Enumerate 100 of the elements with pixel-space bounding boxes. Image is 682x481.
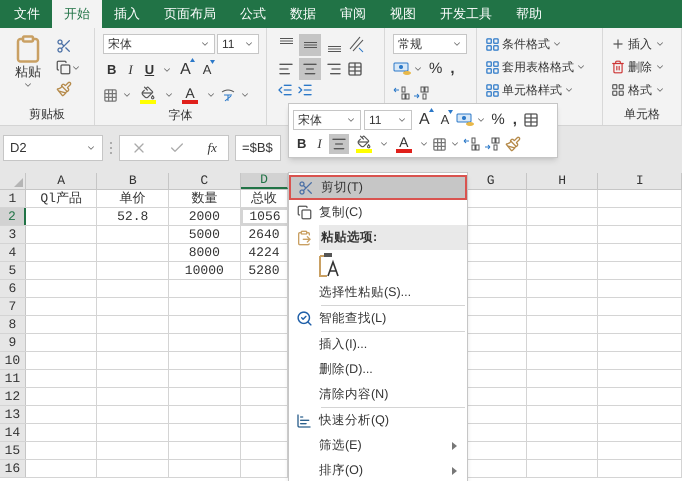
row-header[interactable]: 8 [0, 316, 26, 333]
borders-icon[interactable] [103, 88, 118, 102]
row-header[interactable]: 16 [0, 460, 26, 477]
table-style-icon [485, 60, 500, 74]
borders-icon[interactable] [432, 136, 447, 152]
ribbon-tab[interactable]: 视图 [378, 0, 428, 28]
row-header[interactable]: 9 [0, 334, 26, 351]
column-header[interactable]: D [240, 173, 288, 189]
number-format-dropdown[interactable]: 常规 [393, 34, 467, 54]
menu-item[interactable]: 剪切(T) [289, 175, 467, 200]
ribbon-tab[interactable]: 审阅 [328, 0, 378, 28]
accounting-format-icon[interactable] [456, 112, 486, 128]
increase-decimal-icon[interactable] [462, 136, 481, 152]
row-header[interactable]: 6 [0, 280, 26, 297]
down-caret-icon [210, 60, 216, 64]
row-header[interactable]: 3 [0, 226, 26, 243]
paste-button[interactable]: 粘贴 [8, 34, 48, 103]
scissors-icon[interactable] [56, 38, 72, 54]
table-style-icon [485, 36, 500, 52]
row-header[interactable]: 11 [0, 370, 26, 387]
cells-menu-button[interactable]: 插入 [611, 34, 665, 54]
ribbon-tab[interactable]: 页面布局 [152, 0, 228, 28]
cells-menu-button[interactable]: 格式 [611, 80, 665, 100]
percent-button[interactable]: % [427, 58, 444, 80]
increase-font-size-button[interactable]: A [415, 108, 434, 132]
italic-button[interactable]: I [124, 60, 137, 80]
column-header[interactable]: A [26, 173, 98, 189]
paste-values-icon[interactable] [319, 252, 341, 278]
insert-function-button[interactable]: fx [208, 138, 217, 158]
increase-indent-icon[interactable] [297, 82, 313, 98]
font-size-dropdown[interactable]: 11 [217, 34, 259, 54]
ribbon-tab[interactable]: 插入 [102, 0, 152, 28]
font-color-button[interactable]: A [178, 86, 202, 104]
accounting-format-icon[interactable] [393, 61, 423, 78]
decrease-font-size-button[interactable]: A [198, 60, 216, 80]
row-header[interactable]: 10 [0, 352, 26, 369]
ribbon-tab[interactable]: 数据 [278, 0, 328, 28]
menu-item[interactable]: 选择性粘贴(S)... [289, 280, 467, 305]
ribbon-tab[interactable]: 公式 [228, 0, 278, 28]
decrease-decimal-icon[interactable] [413, 84, 431, 100]
row-header[interactable]: 2 [0, 208, 26, 225]
horizontal-align-button[interactable] [299, 58, 321, 80]
center-align-button[interactable] [328, 134, 349, 154]
menu-item[interactable]: 排序(O) [289, 458, 467, 481]
decrease-indent-icon[interactable] [277, 82, 293, 98]
align-left-icon [278, 61, 294, 77]
italic-button[interactable]: I [313, 134, 326, 154]
menu-item[interactable]: 删除(D)... [289, 357, 467, 382]
row-header[interactable]: 12 [0, 388, 26, 405]
decrease-decimal-icon[interactable] [484, 136, 502, 152]
format-painter-icon[interactable] [56, 81, 72, 97]
font-color-button[interactable]: A [392, 135, 416, 153]
percent-button[interactable]: % [489, 108, 507, 132]
menu-item[interactable]: 插入(I)... [289, 332, 467, 357]
group-label: 剪贴板 [29, 106, 65, 123]
row-header[interactable]: 5 [0, 262, 26, 279]
increase-font-size-button[interactable]: A [176, 58, 195, 82]
row-header[interactable]: 1 [0, 190, 26, 207]
styles-menu-button[interactable]: 套用表格格式 [485, 57, 586, 77]
comma-button[interactable]: , [510, 108, 520, 132]
vertical-align-button[interactable] [299, 34, 321, 56]
font-name-dropdown[interactable]: 宋体 [293, 110, 361, 130]
scissors-icon [298, 180, 314, 196]
column-header[interactable]: B [97, 173, 170, 189]
underline-button[interactable]: U [140, 60, 158, 80]
ribbon-tab[interactable]: 文件 [2, 0, 52, 28]
table-style-icon [485, 82, 500, 98]
row-header[interactable]: 4 [0, 244, 26, 261]
bold-button[interactable]: B [103, 60, 120, 80]
table-cell-text: 5280 [248, 262, 280, 280]
align-center-icon [302, 61, 318, 77]
comma-button[interactable]: , [448, 58, 457, 80]
menu-item[interactable]: 复制(C) [289, 200, 467, 225]
menu-item[interactable]: 清除内容(N) [289, 382, 467, 407]
column-header[interactable]: I [598, 173, 682, 189]
menu-item[interactable]: 筛选(E) [289, 433, 467, 458]
merge-center-icon[interactable] [347, 61, 363, 77]
column-header[interactable]: H [526, 173, 598, 189]
font-name-dropdown[interactable]: 宋体 [103, 34, 215, 54]
ribbon-tab[interactable]: 开发工具 [428, 0, 504, 28]
copy-icon[interactable] [56, 60, 71, 75]
menu-item[interactable]: 智能查找(L) [289, 306, 467, 331]
bold-button[interactable]: B [293, 134, 310, 154]
ribbon-tab[interactable]: 开始 [52, 0, 102, 28]
decrease-font-size-button[interactable]: A [436, 110, 454, 130]
row-header[interactable]: 13 [0, 406, 26, 423]
cells-menu-button[interactable]: 删除 [611, 57, 665, 77]
font-size-dropdown[interactable]: 11 [364, 110, 412, 130]
row-header[interactable]: 7 [0, 298, 26, 315]
row-header[interactable]: 14 [0, 424, 26, 441]
styles-menu-button[interactable]: 单元格样式 [485, 80, 586, 100]
name-box[interactable]: D2 [3, 135, 103, 161]
row-header[interactable]: 15 [0, 442, 26, 459]
format-painter-icon[interactable] [504, 136, 521, 152]
merge-center-icon[interactable] [522, 112, 539, 128]
ribbon-tab[interactable]: 帮助 [504, 0, 554, 28]
formula-field[interactable]: =$B$ [235, 135, 281, 161]
styles-menu-button[interactable]: 条件格式 [485, 34, 586, 54]
menu-item[interactable]: 快速分析(Q) [289, 408, 467, 433]
increase-decimal-icon[interactable] [393, 84, 411, 100]
